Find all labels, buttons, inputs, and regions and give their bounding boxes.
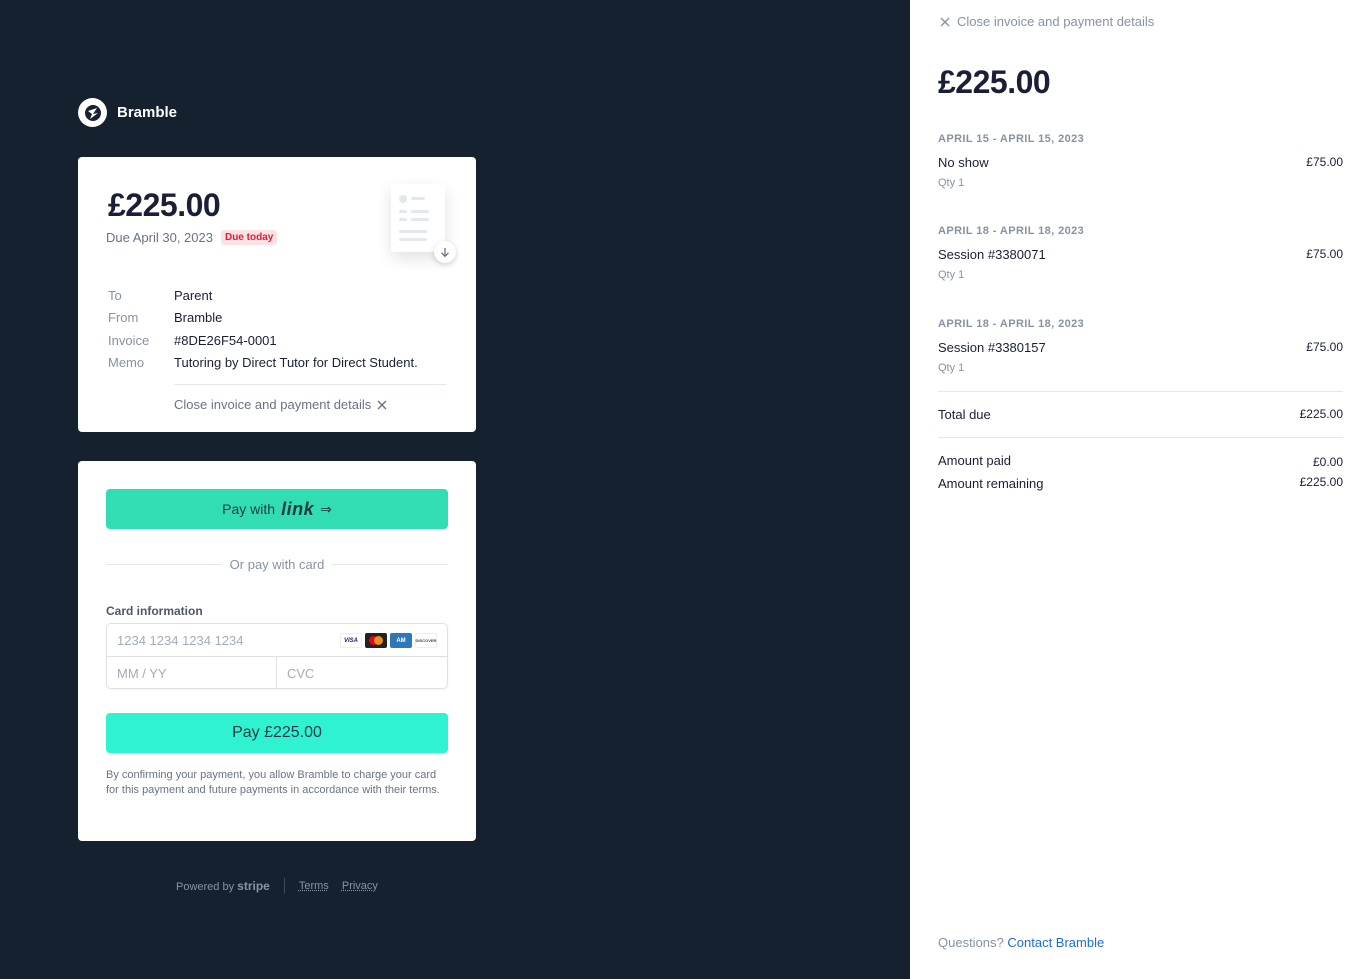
contact-bramble-link[interactable]: Contact Bramble bbox=[1007, 935, 1104, 950]
link-logo: link bbox=[281, 498, 315, 519]
detail-key: From bbox=[108, 310, 139, 326]
discover-icon: DISCOVER bbox=[415, 633, 437, 648]
line-item: April 15 - April 15, 2023 No show Qty 1 … bbox=[938, 133, 1343, 193]
visa-icon: VISA bbox=[340, 633, 362, 648]
pay-button[interactable]: Pay £225.00 bbox=[106, 713, 448, 753]
close-details-button[interactable]: Close invoice and payment details bbox=[174, 397, 387, 412]
amount-paid-label: Amount paid bbox=[938, 453, 1011, 468]
due-today-badge: Due today bbox=[220, 230, 278, 245]
amount-remaining-value: £225.00 bbox=[1299, 475, 1343, 489]
detail-key: Memo bbox=[108, 354, 145, 370]
pay-with-link-button[interactable]: Pay with link ⇒ bbox=[106, 489, 448, 529]
line-item-qty: Qty 1 bbox=[938, 177, 965, 189]
cvc-input[interactable] bbox=[277, 657, 437, 689]
footer-separator bbox=[283, 878, 285, 894]
questions-label: Questions? bbox=[938, 935, 1004, 950]
card-number-input[interactable] bbox=[107, 624, 327, 656]
line-item-date: April 18 - April 18, 2023 bbox=[938, 225, 1085, 237]
detail-key: Invoice bbox=[108, 332, 150, 348]
expiry-input[interactable] bbox=[107, 657, 267, 689]
close-icon bbox=[940, 17, 950, 26]
invoice-details-panel: Close invoice and payment details £225.0… bbox=[910, 0, 1372, 979]
powered-by: Powered by stripe bbox=[176, 879, 270, 893]
line-item: April 18 - April 18, 2023 Session #33800… bbox=[938, 225, 1343, 285]
line-item-price: £75.00 bbox=[1306, 340, 1343, 354]
card-brands: VISA AM DISCOVER bbox=[340, 633, 437, 648]
panel-close-label: Close invoice and payment details bbox=[957, 14, 1155, 29]
download-invoice-icon[interactable] bbox=[391, 184, 456, 263]
close-details-label: Close invoice and payment details bbox=[174, 397, 372, 412]
expiry-cell bbox=[107, 657, 277, 689]
amount-paid-value: £0.00 bbox=[1312, 455, 1343, 469]
card-information-label: Card information bbox=[106, 604, 203, 618]
divider bbox=[938, 391, 1343, 392]
invoice-amount: £225.00 bbox=[108, 187, 221, 223]
card-number-row: VISA AM DISCOVER bbox=[107, 624, 447, 657]
detail-row-memo: Memo Tutoring by Direct Tutor for Direct… bbox=[108, 352, 418, 374]
or-divider: Or pay with card bbox=[106, 557, 448, 572]
powered-by-label: Powered by bbox=[176, 881, 235, 893]
panel-close-button[interactable]: Close invoice and payment details bbox=[940, 14, 1154, 29]
brand-logo-icon bbox=[78, 98, 107, 127]
privacy-link[interactable]: Privacy bbox=[342, 880, 378, 892]
due-date: Due April 30, 2023 bbox=[106, 230, 213, 245]
detail-key: To bbox=[108, 288, 122, 303]
brand-header: Bramble bbox=[78, 98, 177, 127]
footer: Powered by stripe Terms Privacy bbox=[176, 878, 388, 894]
questions-footer: Questions? Contact Bramble bbox=[938, 935, 1104, 950]
divider bbox=[174, 384, 446, 385]
detail-row-from: From Bramble bbox=[108, 307, 418, 329]
divider bbox=[938, 437, 1343, 438]
line-item: April 18 - April 18, 2023 Session #33801… bbox=[938, 318, 1343, 378]
line-item-price: £75.00 bbox=[1306, 155, 1343, 169]
cvc-cell bbox=[277, 657, 447, 689]
pay-with-label: Pay with bbox=[222, 501, 276, 517]
amex-icon: AM bbox=[390, 633, 412, 648]
due-row: Due April 30, 2023 Due today bbox=[106, 230, 278, 245]
total-due-row: Total due £225.00 bbox=[938, 407, 1343, 422]
card-input-group: VISA AM DISCOVER bbox=[106, 623, 448, 689]
detail-value: Tutoring by Direct Tutor for Direct Stud… bbox=[174, 354, 418, 370]
line-item-date: April 15 - April 15, 2023 bbox=[938, 133, 1085, 145]
amount-remaining-label: Amount remaining bbox=[938, 476, 1044, 491]
detail-value: Bramble bbox=[174, 310, 223, 326]
document-icon bbox=[391, 184, 445, 252]
line-item-name: Session #3380071 bbox=[938, 247, 1046, 262]
line-item-name: No show bbox=[938, 155, 989, 170]
amount-remaining-row: Amount remaining £225.00 bbox=[938, 475, 1343, 491]
payment-disclaimer: By confirming your payment, you allow Br… bbox=[106, 769, 440, 796]
detail-value: #8DE26F54-0001 bbox=[174, 332, 277, 348]
amount-paid-row: Amount paid £0.00 bbox=[938, 453, 1343, 469]
line-item-qty: Qty 1 bbox=[938, 362, 965, 374]
mastercard-icon bbox=[365, 633, 387, 648]
download-arrow-icon[interactable] bbox=[434, 241, 456, 263]
line-item-qty: Qty 1 bbox=[938, 269, 965, 281]
invoice-summary-card: £225.00 Due April 30, 2023 Due today To … bbox=[78, 157, 476, 432]
or-pay-with-card-label: Or pay with card bbox=[229, 557, 325, 572]
close-icon bbox=[377, 400, 387, 409]
detail-value: Parent bbox=[174, 288, 213, 303]
total-due-value: £225.00 bbox=[1299, 407, 1343, 421]
total-due-label: Total due bbox=[938, 407, 991, 422]
invoice-details: To Parent From Bramble Invoice #8DE26F54… bbox=[108, 285, 418, 374]
brand-name: Bramble bbox=[117, 104, 178, 121]
arrow-right-icon: ⇒ bbox=[320, 500, 332, 517]
payment-card: Pay with link ⇒ Or pay with card Card in… bbox=[78, 461, 476, 841]
detail-row-invoice: Invoice #8DE26F54-0001 bbox=[108, 330, 418, 352]
footer-links: Terms Privacy bbox=[299, 880, 388, 892]
stripe-logo: stripe bbox=[237, 879, 270, 893]
line-item-date: April 18 - April 18, 2023 bbox=[938, 318, 1085, 330]
line-item-price: £75.00 bbox=[1306, 247, 1343, 261]
detail-row-to: To Parent bbox=[108, 285, 418, 307]
panel-amount: £225.00 bbox=[938, 64, 1051, 100]
terms-link[interactable]: Terms bbox=[299, 880, 329, 892]
line-item-name: Session #3380157 bbox=[938, 340, 1046, 355]
